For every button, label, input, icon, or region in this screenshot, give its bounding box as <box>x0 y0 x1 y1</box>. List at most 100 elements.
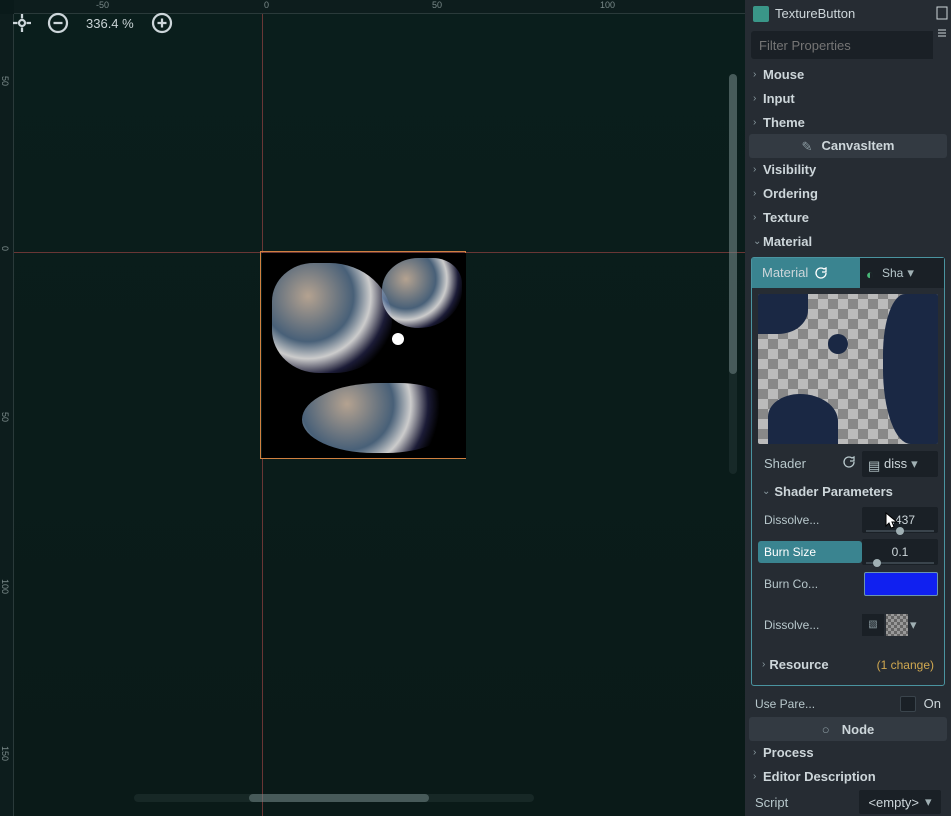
param-label: Dissolve... <box>758 513 862 527</box>
ruler-tick: 50 <box>432 0 442 10</box>
slider-track[interactable] <box>866 562 934 564</box>
shader-property: Shader ▤ diss ▾ <box>758 450 938 478</box>
slider-knob[interactable] <box>873 559 881 567</box>
material-editor: Material ◐ Sha ▾ Shader ▤ diss ▾ <box>751 257 945 686</box>
reload-icon[interactable] <box>842 455 856 472</box>
section-label: Editor Description <box>763 769 876 784</box>
zoom-in-icon[interactable] <box>150 11 174 35</box>
ruler-tick: 100 <box>0 579 10 594</box>
filter-properties[interactable] <box>751 31 945 58</box>
param-value: 0.1 <box>892 545 909 559</box>
viewport-scrollbar-horizontal[interactable] <box>134 794 534 802</box>
chevron-down-icon[interactable]: ▾ <box>910 617 917 633</box>
texture-slot-icon[interactable]: ▧ <box>862 614 884 636</box>
param-label: Burn Size <box>758 541 862 563</box>
shader-file: diss <box>884 456 907 471</box>
checkbox-on-label: On <box>924 696 941 711</box>
section-label: Process <box>763 745 814 760</box>
script-picker[interactable]: <empty>▾ <box>859 790 941 814</box>
filter-input[interactable] <box>759 38 935 53</box>
section-label: Ordering <box>763 186 818 201</box>
texture-thumbnail[interactable] <box>886 614 908 636</box>
dissolve-value-field[interactable]: 0.437 <box>862 507 938 533</box>
node-type-label: TextureButton <box>775 6 855 21</box>
resource-label: Resource <box>769 657 876 672</box>
ruler-vertical: 50 0 50 100 150 <box>0 14 14 816</box>
section-texture[interactable]: ›Texture <box>745 205 951 229</box>
mouse-cursor <box>885 512 899 530</box>
shader-parameters-header[interactable]: ⌄Shader Parameters <box>752 480 944 503</box>
material-label: Material <box>762 265 808 280</box>
scrollbar-thumb[interactable] <box>729 74 737 374</box>
center-view-icon[interactable] <box>10 11 34 35</box>
material-type: Sha <box>882 266 903 280</box>
use-parent-label: Use Pare... <box>755 697 892 711</box>
section-label: Theme <box>763 115 805 130</box>
use-parent-checkbox[interactable] <box>900 696 916 712</box>
material-resource-picker[interactable]: ◐ Sha ▾ <box>860 258 944 288</box>
texture-picker[interactable]: ▧ ▾ <box>862 611 938 639</box>
inspector-header[interactable]: TextureButton ▾ <box>745 0 951 27</box>
tools-icon[interactable] <box>935 26 949 40</box>
section-mouse[interactable]: ›Mouse <box>745 63 951 87</box>
section-material[interactable]: ⌄Material <box>745 229 951 253</box>
material-preview[interactable] <box>758 294 938 444</box>
viewport[interactable]: 336.4 % -50 0 50 100 50 0 50 100 150 <box>0 0 745 816</box>
section-label: Node <box>842 722 875 737</box>
script-value: <empty> <box>868 795 919 810</box>
param-burn-size: Burn Size 0.1 <box>758 537 938 567</box>
section-label: Mouse <box>763 67 804 82</box>
zoom-out-icon[interactable] <box>46 11 70 35</box>
section-label: Material <box>763 234 812 249</box>
material-label-area[interactable]: Material <box>752 258 860 288</box>
resource-section[interactable]: › Resource (1 change) <box>752 651 944 679</box>
use-parent-material: Use Pare... On <box>745 690 951 717</box>
ruler-tick: 50 <box>0 412 10 422</box>
reload-icon[interactable] <box>814 266 828 280</box>
slider-track[interactable] <box>866 530 934 532</box>
script-label: Script <box>755 795 859 810</box>
zoom-level[interactable]: 336.4 % <box>82 16 138 31</box>
scrollbar-thumb[interactable] <box>249 794 429 802</box>
section-label: Input <box>763 91 795 106</box>
inspector-side-tools <box>933 0 951 60</box>
section-theme[interactable]: ›Theme <box>745 110 951 134</box>
canvas-area[interactable] <box>14 14 745 816</box>
param-label: Burn Co... <box>758 577 864 591</box>
chevron-down-icon[interactable]: ▾ <box>911 456 918 472</box>
shader-resource-picker[interactable]: ▤ diss ▾ <box>862 451 938 477</box>
param-burn-color: Burn Co... <box>758 569 938 599</box>
section-process[interactable]: ›Process <box>745 741 951 765</box>
file-icon: ▤ <box>868 458 880 470</box>
section-visibility[interactable]: ›Visibility <box>745 158 951 182</box>
inspector-panel: TextureButton ▾ ›Mouse ›Input ›Theme ✎Ca… <box>745 0 951 816</box>
viewport-toolbar: 336.4 % <box>0 0 184 46</box>
section-editor-description[interactable]: ›Editor Description <box>745 765 951 789</box>
chevron-down-icon[interactable]: ▾ <box>907 265 914 281</box>
param-dissolve-texture: Dissolve... ▧ ▾ <box>758 601 938 649</box>
section-node[interactable]: ○ Node <box>749 717 947 741</box>
doc-icon[interactable] <box>935 6 949 20</box>
section-label: Texture <box>763 210 809 225</box>
material-header: Material ◐ Sha ▾ <box>752 258 944 288</box>
ruler-tick: 0 <box>264 0 269 10</box>
section-input[interactable]: ›Input <box>745 87 951 111</box>
section-ordering[interactable]: ›Ordering <box>745 182 951 206</box>
param-label: Dissolve... <box>758 618 862 632</box>
ruler-tick: 0 <box>0 246 10 251</box>
shader-label: Shader <box>758 456 842 471</box>
node-icon: ○ <box>822 722 836 736</box>
viewport-scrollbar-vertical[interactable] <box>729 74 737 474</box>
color-swatch[interactable] <box>864 572 938 596</box>
ruler-tick: 100 <box>600 0 615 10</box>
node-type-icon <box>753 6 769 22</box>
burn-size-value-field[interactable]: 0.1 <box>862 539 938 565</box>
ruler-tick: 50 <box>0 76 10 86</box>
ruler-tick: 150 <box>0 746 10 761</box>
resource-changes: (1 change) <box>877 658 934 672</box>
section-label: Visibility <box>763 162 816 177</box>
script-property: Script <empty>▾ <box>745 789 951 816</box>
section-canvas-item[interactable]: ✎CanvasItem <box>749 134 947 158</box>
texture-preview[interactable] <box>262 253 466 458</box>
section-label: CanvasItem <box>822 138 895 153</box>
